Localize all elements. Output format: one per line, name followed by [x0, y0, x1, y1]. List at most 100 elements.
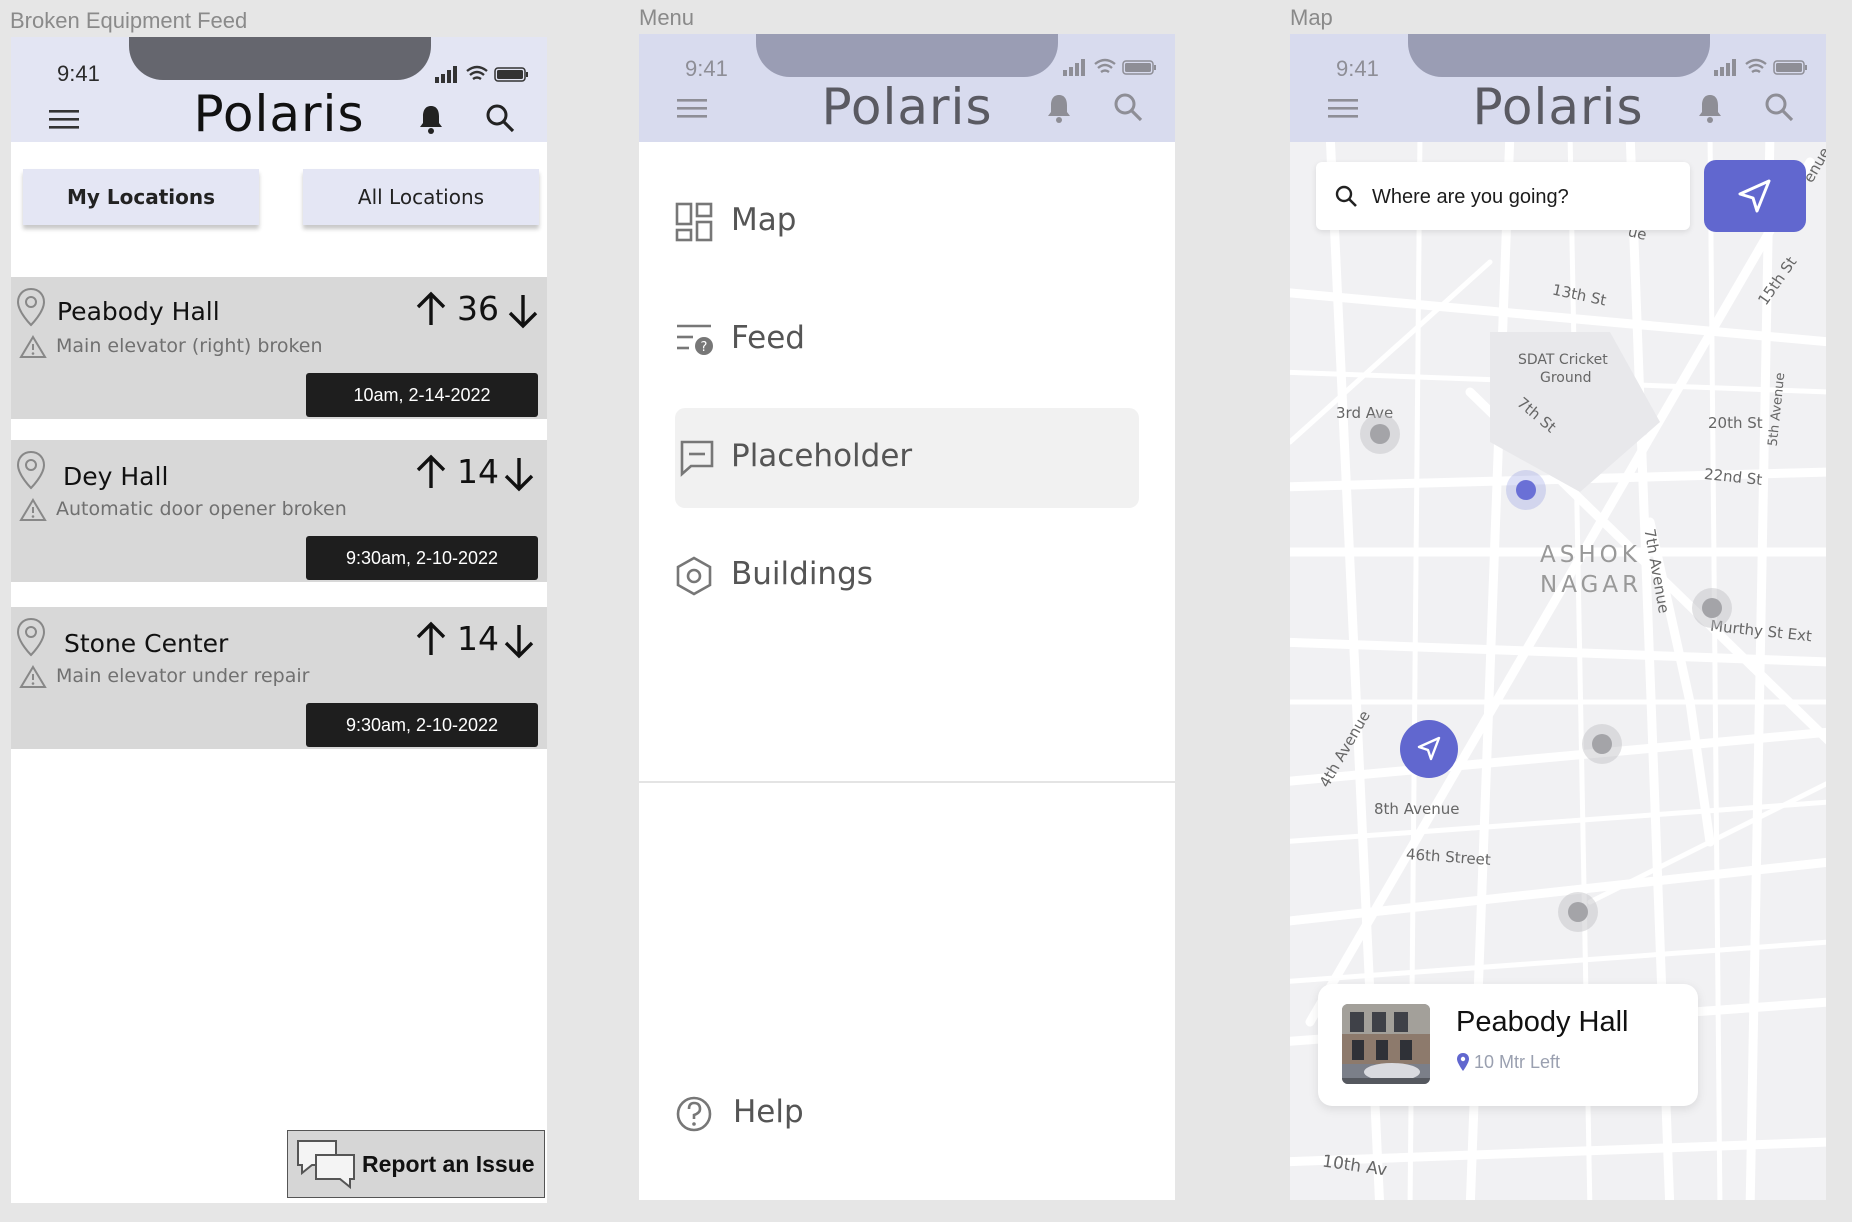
signal-icon — [435, 66, 457, 83]
vote-control: 36 — [413, 287, 543, 331]
vote-control: 14 — [413, 617, 543, 661]
timestamp-badge: 10am, 2-14-2022 — [306, 373, 538, 417]
upvote-arrow-icon[interactable] — [413, 454, 449, 490]
warning-icon — [19, 665, 47, 688]
signal-icon — [1063, 59, 1085, 76]
warning-icon — [19, 335, 47, 358]
app-brand: Polaris — [821, 78, 993, 136]
location-distance: 10 Mtr Left — [1474, 1052, 1561, 1072]
menu-item-label: Buildings — [731, 556, 873, 592]
location-pin-icon — [16, 617, 46, 657]
battery-icon — [1122, 60, 1156, 75]
warning-icon — [19, 498, 47, 521]
timestamp-badge: 9:30am, 2-10-2022 — [306, 703, 538, 747]
menu-item-label: Feed — [731, 320, 805, 356]
search-icon — [1335, 185, 1357, 207]
map-frame-title: Map — [1290, 5, 1333, 30]
vote-control: 14 — [413, 450, 543, 494]
feed-list-icon: ? — [677, 324, 713, 355]
signal-icon — [1714, 59, 1736, 76]
navigation-arrow-icon — [1417, 736, 1441, 761]
bell-icon[interactable] — [1045, 92, 1073, 124]
wifi-icon — [1094, 58, 1116, 73]
tab-all-locations[interactable]: All Locations — [303, 169, 539, 225]
map-screen: 3rd Ave 13th St 15th St SDAT Cricket Gro… — [1290, 34, 1826, 1200]
menu-divider — [639, 781, 1175, 783]
app-header: 9:41 Polaris — [639, 34, 1175, 142]
map-street-label: 8th Avenue — [1374, 800, 1460, 818]
destination-search-input[interactable] — [1370, 176, 1674, 218]
help-circle-icon — [676, 1096, 712, 1132]
upvote-arrow-icon[interactable] — [413, 621, 449, 657]
map-area-label: ASHOK — [1540, 542, 1641, 568]
report-issue-label: Report an Issue — [362, 1151, 535, 1177]
phone-notch — [756, 34, 1058, 77]
map-area-label: NAGAR — [1540, 572, 1643, 598]
menu-item-buildings[interactable]: Buildings — [675, 526, 1139, 626]
feed-frame-title: Broken Equipment Feed — [10, 8, 248, 33]
menu-screen: 9:41 Polaris Map ? Feed Placeholder Buil… — [639, 34, 1175, 1200]
navigate-button[interactable] — [1704, 160, 1806, 232]
phone-notch — [1408, 34, 1710, 77]
map-pin-icon — [1457, 1053, 1469, 1071]
message-square-icon — [680, 440, 714, 477]
report-issue-button[interactable]: Report an Issue — [287, 1130, 545, 1198]
vote-count: 14 — [457, 619, 499, 658]
feed-card[interactable]: Stone Center Main elevator under repair … — [11, 607, 547, 749]
menu-item-help[interactable]: Help — [675, 1064, 1139, 1164]
map-place-label: SDAT Cricket — [1518, 352, 1608, 368]
feed-card[interactable]: Peabody Hall Main elevator (right) broke… — [11, 277, 547, 419]
send-arrow-icon — [1738, 179, 1771, 213]
menu-frame-title: Menu — [639, 5, 695, 30]
map-marker[interactable] — [1582, 724, 1622, 764]
menu-item-placeholder[interactable]: Placeholder — [675, 408, 1139, 508]
tab-my-locations[interactable]: My Locations — [23, 169, 259, 225]
location-info-card[interactable]: Peabody Hall 10 Mtr Left — [1318, 984, 1698, 1106]
wifi-icon — [466, 65, 488, 80]
location-pin-icon — [16, 450, 46, 490]
card-issue: Main elevator under repair — [56, 665, 310, 687]
menu-item-label: Placeholder — [731, 438, 913, 474]
card-issue: Automatic door opener broken — [56, 498, 347, 520]
map-marker[interactable] — [1360, 414, 1400, 454]
map-marker[interactable] — [1692, 588, 1732, 628]
upvote-arrow-icon[interactable] — [413, 291, 449, 327]
card-location: Stone Center — [64, 629, 229, 658]
menu-item-feed[interactable]: ? Feed — [675, 290, 1139, 390]
feed-screen: 9:41 Polaris My Locations All Locations … — [11, 37, 547, 1203]
menu-item-map[interactable]: Map — [675, 172, 1139, 272]
downvote-arrow-icon[interactable] — [505, 293, 541, 329]
downvote-arrow-icon[interactable] — [501, 456, 537, 492]
app-header: 9:41 Polaris — [11, 37, 547, 143]
bell-icon[interactable] — [417, 103, 445, 135]
vote-count: 36 — [457, 289, 499, 328]
location-pin-icon — [16, 287, 46, 327]
map-street-label: 20th St — [1708, 414, 1763, 432]
downvote-arrow-icon[interactable] — [501, 623, 537, 659]
status-icons — [1714, 58, 1807, 76]
menu-item-label: Help — [733, 1094, 804, 1130]
menu-item-label: Map — [731, 202, 797, 238]
status-icons — [435, 65, 528, 83]
search-icon[interactable] — [1113, 92, 1143, 122]
search-icon[interactable] — [485, 103, 515, 133]
app-brand: Polaris — [193, 85, 365, 143]
card-issue: Main elevator (right) broken — [56, 335, 323, 357]
feed-card[interactable]: Dey Hall Automatic door opener broken 14… — [11, 440, 547, 582]
chat-bubbles-icon — [297, 1140, 355, 1190]
wifi-icon — [1745, 58, 1767, 73]
current-location-button[interactable] — [1400, 720, 1458, 778]
map-place-label: Ground — [1540, 370, 1592, 386]
timestamp-badge: 9:30am, 2-10-2022 — [306, 536, 538, 580]
phone-notch — [129, 37, 431, 80]
map-marker[interactable] — [1558, 892, 1598, 932]
battery-icon — [1773, 60, 1807, 75]
bell-icon[interactable] — [1696, 92, 1724, 124]
card-location: Dey Hall — [63, 462, 169, 491]
map-marker-selected[interactable] — [1506, 470, 1546, 510]
search-icon[interactable] — [1764, 92, 1794, 122]
app-brand: Polaris — [1472, 78, 1644, 136]
card-location: Peabody Hall — [57, 297, 220, 326]
destination-search-bar[interactable] — [1316, 162, 1690, 230]
app-header: 9:41 Polaris — [1290, 34, 1826, 142]
